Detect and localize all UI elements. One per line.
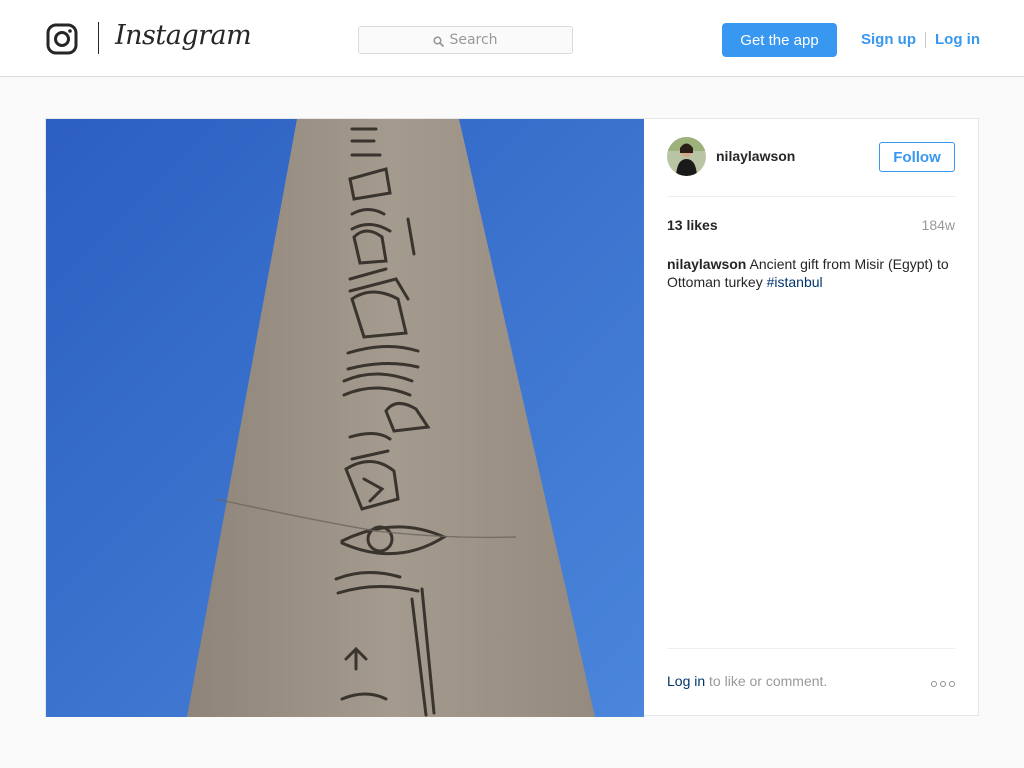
sign-up-link[interactable]: Sign up: [861, 31, 916, 48]
post-timestamp[interactable]: 184w: [922, 217, 955, 233]
auth-separator: [925, 31, 926, 48]
more-dot: [931, 681, 937, 687]
more-options-icon[interactable]: [931, 679, 955, 689]
likes-count[interactable]: 13 likes: [667, 217, 718, 233]
search-icon: [433, 35, 445, 47]
caption-username[interactable]: nilaylawson: [667, 256, 746, 272]
instagram-wordmark[interactable]: Instagram: [115, 20, 252, 51]
get-the-app-button[interactable]: Get the app: [722, 23, 837, 57]
search-input[interactable]: Search: [358, 26, 573, 54]
more-dot: [940, 681, 946, 687]
login-prompt-suffix: to like or comment.: [709, 673, 828, 689]
post-photo[interactable]: [46, 119, 644, 717]
more-dot: [949, 681, 955, 687]
author-username[interactable]: nilaylawson: [716, 148, 795, 164]
login-prompt: Log in to like or comment.: [667, 673, 827, 689]
logo-divider: [98, 22, 99, 54]
post-footer: Log in to like or comment.: [667, 648, 955, 689]
post-sidebar: nilaylawson Follow 13 likes 184w nilayla…: [644, 119, 979, 715]
auth-links: Sign up Log in: [861, 31, 980, 48]
post-card: nilaylawson Follow 13 likes 184w nilayla…: [45, 118, 979, 717]
follow-button[interactable]: Follow: [879, 142, 955, 172]
top-navigation: Instagram Search Get the app Sign up Log…: [0, 0, 1024, 77]
avatar[interactable]: [667, 137, 706, 176]
footer-log-in-link[interactable]: Log in: [667, 673, 705, 689]
log-in-link[interactable]: Log in: [935, 31, 980, 48]
post-caption: nilaylawson Ancient gift from Misir (Egy…: [667, 255, 957, 291]
instagram-camera-icon[interactable]: [46, 22, 78, 56]
search-placeholder: Search: [449, 32, 498, 48]
post-header: nilaylawson Follow: [667, 137, 955, 197]
caption-hashtag[interactable]: #istanbul: [767, 274, 823, 290]
